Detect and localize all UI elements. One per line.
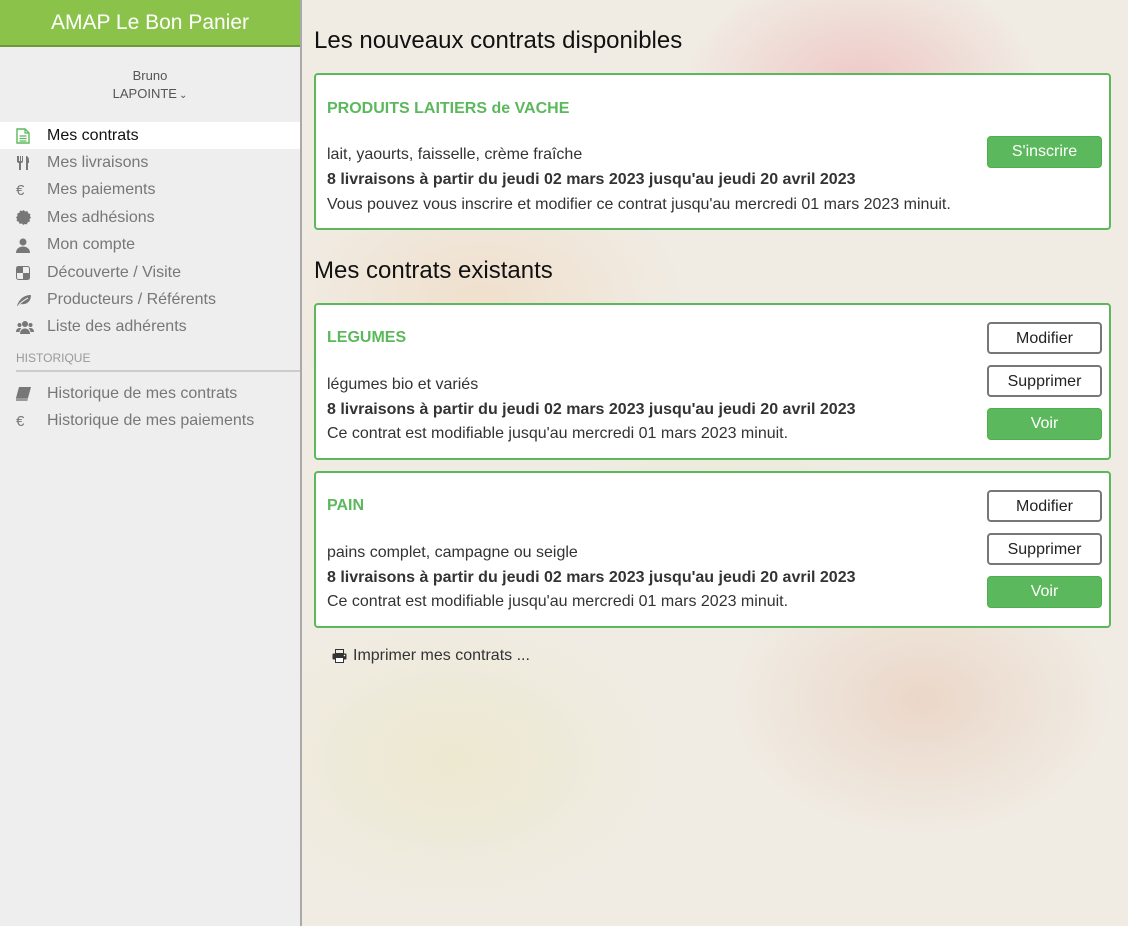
menu-item-historique-paiements[interactable]: € Historique de mes paiements bbox=[0, 408, 300, 435]
badge-icon bbox=[16, 210, 47, 226]
menu-item-mes-adhesions[interactable]: Mes adhésions bbox=[0, 204, 300, 231]
menu-item-mon-compte[interactable]: Mon compte bbox=[0, 232, 300, 259]
modify-button[interactable]: Modifier bbox=[987, 322, 1102, 354]
main-menu: Mes contrats Mes livraisons € Mes paieme… bbox=[0, 122, 300, 341]
contract-title: PAIN bbox=[327, 497, 365, 514]
view-button[interactable]: Voir bbox=[987, 576, 1102, 608]
user-block: Bruno LAPOINTE ⌄ bbox=[0, 67, 300, 105]
menu-item-mes-livraisons[interactable]: Mes livraisons bbox=[0, 149, 300, 176]
chevron-down-icon: ⌄ bbox=[178, 90, 188, 101]
printer-icon bbox=[332, 649, 347, 663]
document-icon bbox=[16, 127, 47, 144]
main-content: Les nouveaux contrats disponibles PRODUI… bbox=[302, 0, 1128, 926]
menu-item-label: Liste des adhérents bbox=[47, 318, 187, 336]
checker-icon bbox=[16, 265, 47, 280]
menu-item-mes-paiements[interactable]: € Mes paiements bbox=[0, 177, 300, 204]
menu-item-label: Historique de mes contrats bbox=[47, 384, 238, 402]
history-menu: Historique de mes contrats € Historique … bbox=[0, 380, 300, 435]
euro-icon: € bbox=[16, 181, 25, 199]
menu-item-decouverte-visite[interactable]: Découverte / Visite bbox=[0, 259, 300, 286]
euro-icon: € bbox=[16, 412, 25, 430]
app-title: AMAP Le Bon Panier bbox=[0, 0, 300, 47]
menu-item-label: Mes contrats bbox=[47, 126, 139, 144]
contract-note: Vous pouvez vous inscrire et modifier ce… bbox=[327, 196, 951, 213]
contract-card-produits-laitiers: PRODUITS LAITIERS de VACHE lait, yaourts… bbox=[314, 73, 1111, 230]
contract-description: légumes bio et variés bbox=[327, 376, 479, 393]
contract-note: Ce contrat est modifiable jusqu'au mercr… bbox=[327, 425, 789, 442]
history-section-header: HISTORIQUE bbox=[16, 351, 300, 373]
menu-item-liste-adherents[interactable]: Liste des adhérents bbox=[0, 314, 300, 341]
menu-item-mes-contrats[interactable]: Mes contrats bbox=[0, 122, 300, 150]
new-contracts-heading: Les nouveaux contrats disponibles bbox=[314, 27, 683, 54]
view-button[interactable]: Voir bbox=[987, 408, 1102, 440]
print-label: Imprimer mes contrats ... bbox=[353, 647, 530, 664]
cutlery-icon bbox=[16, 155, 47, 171]
subscribe-button[interactable]: S'inscrire bbox=[987, 136, 1102, 168]
book-icon bbox=[16, 386, 47, 401]
user-first-name: Bruno bbox=[132, 68, 168, 83]
leaf-icon bbox=[16, 294, 47, 307]
existing-contracts-heading: Mes contrats existants bbox=[314, 257, 553, 284]
delete-button[interactable]: Supprimer bbox=[987, 533, 1102, 565]
sidebar: AMAP Le Bon Panier Bruno LAPOINTE ⌄ Mes c… bbox=[0, 0, 302, 926]
contract-title: LEGUMES bbox=[327, 329, 407, 346]
contract-deliveries: 8 livraisons à partir du jeudi 02 mars 2… bbox=[327, 569, 856, 586]
print-contracts-link[interactable]: Imprimer mes contrats ... bbox=[332, 647, 530, 665]
menu-item-label: Mes paiements bbox=[47, 181, 156, 199]
modify-button[interactable]: Modifier bbox=[987, 490, 1102, 522]
contract-title: PRODUITS LAITIERS de VACHE bbox=[327, 100, 570, 117]
user-icon bbox=[16, 238, 47, 253]
delete-button[interactable]: Supprimer bbox=[987, 365, 1102, 397]
contract-card-pain: PAIN pains complet, campagne ou seigle 8… bbox=[314, 471, 1111, 628]
contract-card-legumes: LEGUMES légumes bio et variés 8 livraiso… bbox=[314, 303, 1111, 460]
contract-deliveries: 8 livraisons à partir du jeudi 02 mars 2… bbox=[327, 171, 856, 188]
contract-note: Ce contrat est modifiable jusqu'au mercr… bbox=[327, 593, 789, 610]
user-menu-toggle[interactable]: LAPOINTE ⌄ bbox=[0, 85, 300, 105]
contract-deliveries: 8 livraisons à partir du jeudi 02 mars 2… bbox=[327, 401, 856, 418]
users-icon bbox=[16, 320, 47, 335]
menu-item-label: Historique de mes paiements bbox=[47, 412, 255, 430]
menu-item-label: Découverte / Visite bbox=[47, 263, 181, 281]
contract-description: lait, yaourts, faisselle, crème fraîche bbox=[327, 146, 583, 163]
menu-item-producteurs-referents[interactable]: Producteurs / Référents bbox=[0, 286, 300, 313]
menu-item-label: Mes adhésions bbox=[47, 208, 155, 226]
menu-item-historique-contrats[interactable]: Historique de mes contrats bbox=[0, 380, 300, 407]
menu-item-label: Producteurs / Référents bbox=[47, 291, 216, 309]
menu-item-label: Mon compte bbox=[47, 236, 136, 254]
menu-item-label: Mes livraisons bbox=[47, 154, 149, 172]
user-last-name: LAPOINTE bbox=[112, 86, 177, 101]
contract-description: pains complet, campagne ou seigle bbox=[327, 544, 578, 561]
